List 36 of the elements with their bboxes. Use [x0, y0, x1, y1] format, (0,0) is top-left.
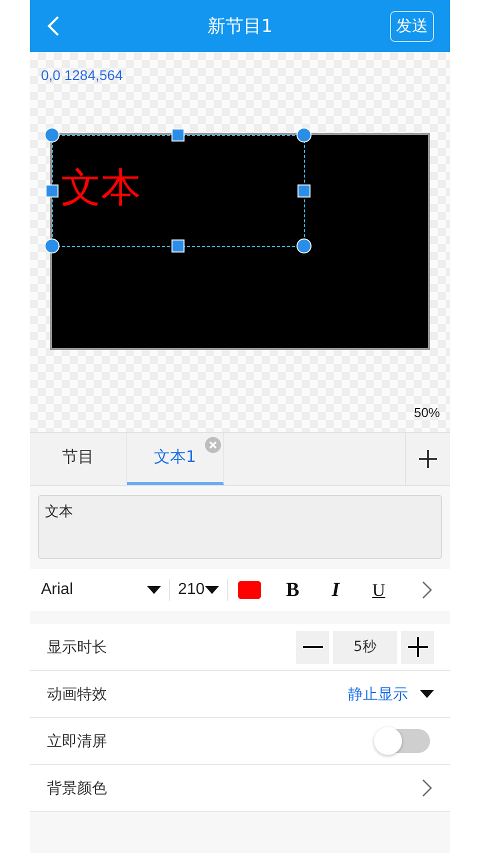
text-input-field[interactable]: 文本 [38, 495, 442, 559]
resize-handle[interactable] [296, 128, 312, 142]
minus-icon [302, 646, 322, 648]
caret-icon [204, 586, 219, 594]
italic-button[interactable]: I [316, 578, 356, 602]
bold-button[interactable]: B [272, 578, 313, 602]
resize-handle[interactable] [44, 128, 60, 142]
setting-label: 立即清屏 [47, 732, 107, 750]
duration-value: 5秒 [333, 630, 397, 664]
underline-button[interactable]: U [358, 580, 399, 600]
chevron-right-icon[interactable] [422, 581, 432, 599]
font-dropdown[interactable]: Arial [41, 581, 161, 599]
resize-handle[interactable] [172, 240, 184, 252]
color-swatch[interactable] [238, 581, 261, 599]
resize-handle[interactable] [172, 128, 184, 142]
canvas-text[interactable]: 文本 [61, 164, 141, 212]
caret-icon [147, 586, 161, 594]
minus-button[interactable] [296, 630, 329, 664]
setting-label: 动画特效 [47, 684, 107, 704]
size-dropdown[interactable]: 210 [178, 581, 219, 599]
plus-button[interactable] [401, 630, 434, 664]
caret-icon [420, 690, 434, 698]
toggle-switch[interactable] [376, 729, 430, 753]
coordinates-label: 0,0 1284,564 [41, 67, 123, 83]
resize-handle[interactable] [46, 184, 58, 197]
tab[interactable]: 节目 [30, 433, 127, 485]
setting-label: 背景颜色 [47, 778, 107, 798]
resize-handle[interactable] [298, 184, 310, 197]
plus-icon [408, 637, 428, 657]
setting-label: 显示时长 [47, 638, 107, 656]
back-icon[interactable] [46, 15, 60, 37]
screen-title: 新节目1 [207, 15, 273, 38]
zoom-label: 50% [414, 405, 440, 420]
animation-dropdown[interactable]: 静止显示 [348, 684, 434, 704]
chevron-right-icon[interactable] [422, 779, 432, 797]
resize-handle[interactable] [44, 238, 60, 254]
